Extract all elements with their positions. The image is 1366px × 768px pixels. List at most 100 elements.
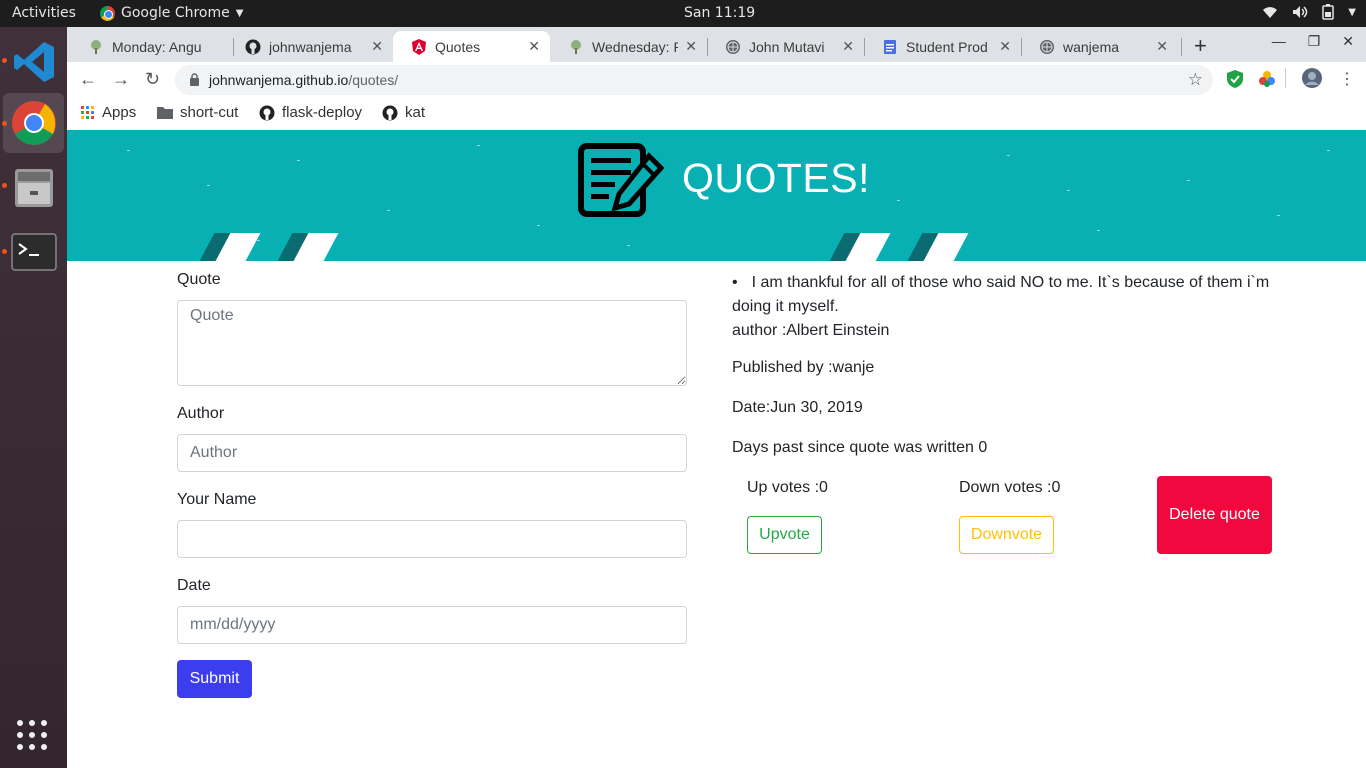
system-tray[interactable]: ▼ [1262, 4, 1356, 20]
dock-terminal[interactable] [3, 222, 64, 282]
vscode-icon [13, 42, 54, 82]
bookmark-star-icon[interactable]: ☆ [1188, 70, 1203, 90]
forward-button[interactable]: → [112, 69, 130, 90]
show-applications-button[interactable] [17, 720, 47, 750]
quote-date: Date:Jun 30, 2019 [732, 399, 863, 416]
running-indicator [2, 58, 7, 63]
window-controls: — ❐ ✕ [1272, 33, 1354, 50]
name-label: Your Name [177, 491, 257, 508]
page-title: QUOTES! [682, 155, 871, 201]
up-votes-count: Up votes :0 [747, 479, 828, 496]
tab-github[interactable]: johnwanjema ✕ [227, 31, 393, 62]
bookmark-kat[interactable]: kat [382, 104, 425, 121]
tab-title: johnwanjema [269, 38, 352, 55]
bookmark-flask-deploy[interactable]: flask-deploy [259, 104, 362, 121]
close-icon[interactable]: ✕ [999, 38, 1011, 55]
delete-quote-button[interactable]: Delete quote [1157, 476, 1272, 554]
close-icon[interactable]: ✕ [842, 38, 854, 55]
avatar[interactable] [1302, 68, 1322, 88]
dock-files[interactable] [3, 157, 64, 217]
author-input[interactable] [177, 434, 687, 472]
tab-title: wanjema [1063, 38, 1120, 55]
browser-window: Monday: Angu johnwanjema ✕ Quotes ✕ Wedn… [67, 27, 1366, 768]
chevron-down-icon: ▼ [235, 7, 244, 19]
github-icon [382, 105, 398, 120]
tab-john-mutavi[interactable]: John Mutavi ✕ [707, 31, 864, 62]
published-by: Published by :wanje [732, 359, 875, 376]
shield-extension-icon[interactable] [1227, 70, 1243, 88]
running-indicator [2, 249, 7, 254]
bookmark-label: flask-deploy [282, 104, 363, 121]
bookmark-label: Apps [102, 104, 137, 121]
tab-wednesday[interactable]: Wednesday: P ✕ [550, 31, 707, 62]
maximize-button[interactable]: ❐ [1308, 33, 1321, 50]
days-past: Days past since quote was written 0 [732, 439, 988, 456]
tree-favicon [571, 39, 581, 54]
apps-grid-icon [81, 105, 94, 119]
chrome-icon [11, 101, 56, 145]
clock[interactable]: San 11:19 [684, 5, 755, 21]
bookmark-label: kat [405, 104, 426, 121]
upvote-button[interactable]: Upvote [747, 516, 822, 554]
quote-label: Quote [177, 271, 221, 288]
close-icon[interactable]: ✕ [528, 38, 540, 55]
address-bar[interactable]: johnwanjema.github.io/quotes/ ☆ [175, 65, 1213, 95]
toolbar-divider [1285, 68, 1286, 88]
close-icon[interactable]: ✕ [371, 38, 383, 55]
tab-strip: Monday: Angu johnwanjema ✕ Quotes ✕ Wedn… [67, 27, 1366, 62]
close-icon[interactable]: ✕ [685, 38, 697, 55]
quote-item: • I am thankful for all of those who said… [732, 271, 1282, 343]
battery-icon [1322, 4, 1335, 20]
terminal-icon [10, 233, 57, 271]
dock-chrome[interactable] [3, 93, 64, 153]
angular-favicon [412, 38, 426, 55]
docs-favicon [884, 39, 896, 54]
dock-vscode[interactable] [3, 32, 64, 92]
system-top-bar: Activities Google Chrome ▼ San 11:19 ▼ [0, 0, 1366, 27]
bookmark-apps[interactable]: Apps [81, 104, 136, 121]
wifi-icon [1263, 7, 1278, 18]
quote-input[interactable] [177, 300, 687, 386]
reload-button[interactable]: ↻ [145, 69, 160, 90]
date-input[interactable] [177, 606, 687, 644]
running-indicator [2, 121, 7, 126]
tab-student-prod[interactable]: Student Prod ✕ [864, 31, 1021, 62]
tab-monday[interactable]: Monday: Angu [70, 31, 233, 62]
lock-icon [190, 73, 199, 86]
tab-title: Wednesday: P [592, 38, 678, 55]
app-menu[interactable]: Google Chrome ▼ [100, 5, 243, 21]
close-icon[interactable]: ✕ [1156, 38, 1168, 55]
down-votes-count: Down votes :0 [959, 479, 1061, 496]
url-text: johnwanjema.github.io/quotes/ [209, 72, 399, 88]
chevron-down-icon: ▼ [1348, 6, 1356, 18]
tab-wanjema[interactable]: wanjema ✕ [1021, 31, 1178, 62]
activities-button[interactable]: Activities [12, 5, 76, 21]
tab-title: Student Prod [906, 38, 988, 55]
minimize-button[interactable]: — [1272, 33, 1286, 50]
bookmark-short-cut[interactable]: short-cut [157, 104, 238, 121]
bookmarks-bar: Apps short-cut flask-deploy kat [67, 98, 1366, 130]
github-icon [259, 105, 275, 120]
back-button[interactable]: ← [79, 69, 97, 90]
downvote-button[interactable]: Downvote [959, 516, 1054, 554]
tab-quotes[interactable]: Quotes ✕ [393, 31, 550, 62]
date-label: Date [177, 577, 211, 594]
dock [0, 27, 67, 768]
running-indicator [2, 183, 7, 188]
web-page: QUOTES! Quote Author Your Name Date Subm… [67, 130, 1366, 768]
submit-button[interactable]: Submit [177, 660, 252, 698]
note-edit-icon [578, 143, 665, 217]
new-tab-button[interactable]: + [1194, 33, 1207, 59]
name-input[interactable] [177, 520, 687, 558]
volume-icon [1293, 6, 1308, 18]
globe-favicon [726, 39, 740, 54]
menu-kebab-icon[interactable]: ⋮ [1339, 69, 1355, 89]
color-extension-icon[interactable] [1258, 70, 1276, 88]
tree-favicon [91, 39, 101, 54]
chrome-icon [100, 5, 115, 21]
tab-title: John Mutavi [749, 38, 825, 55]
close-window-button[interactable]: ✕ [1342, 33, 1354, 50]
author-label: Author [177, 405, 225, 422]
bullet: • [732, 274, 738, 291]
github-favicon [245, 39, 261, 54]
